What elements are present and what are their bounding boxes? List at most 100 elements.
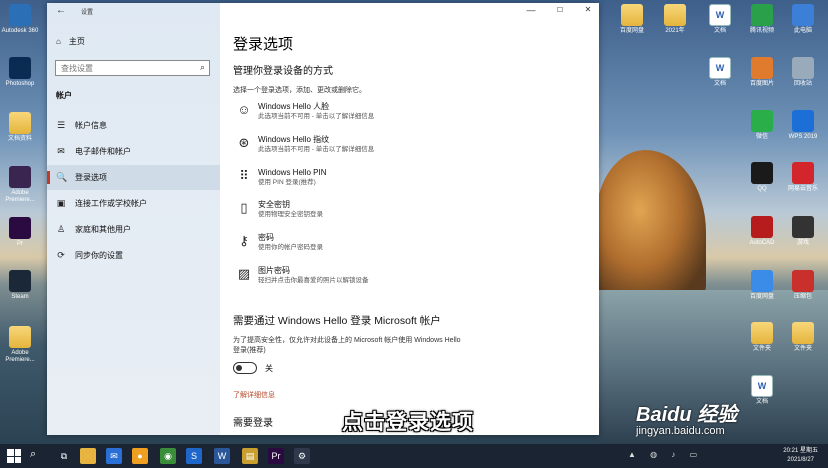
- desktop-shortcut[interactable]: Pr: [0, 217, 40, 248]
- desktop-shortcut[interactable]: 网易云音乐: [783, 162, 823, 193]
- desktop-shortcut[interactable]: 文件夹: [783, 322, 823, 353]
- desktop-shortcut-label: 文件夹: [752, 346, 771, 352]
- page-title: 登录选项: [233, 36, 294, 53]
- desktop-shortcut-label: 文档: [755, 399, 768, 405]
- premiere-icon: [9, 217, 31, 239]
- desktop-shortcut-label: 回收站: [793, 81, 812, 87]
- nav-item[interactable]: ✉ 电子邮件和帐户: [47, 139, 220, 164]
- game-icon: [792, 216, 814, 238]
- start-button[interactable]: [7, 449, 21, 463]
- autocad-icon: [751, 216, 773, 238]
- nav-item-label: 登录选项: [75, 173, 107, 182]
- cloud-icon: [751, 270, 773, 292]
- desktop-shortcut-label: Photoshop: [5, 81, 35, 87]
- system-tray-icons[interactable]: ▲ ◍ ♪ ▭: [628, 450, 703, 459]
- sign-in-option-description: 此选项当前不可用 - 单击以了解详细信息: [258, 146, 375, 153]
- desktop-shortcut-label: 文档: [713, 81, 726, 87]
- sign-in-option[interactable]: ⚷ 密码 使用你的帐户密码登录: [233, 233, 573, 259]
- premiere-taskbar-icon[interactable]: Pr: [268, 448, 284, 464]
- sign-in-option[interactable]: ☺ Windows Hello 人脸 此选项当前不可用 - 单击以了解详细信息: [233, 102, 573, 128]
- hello-heading: 需要通过 Windows Hello 登录 Microsoft 帐户: [233, 315, 441, 327]
- task-view-icon[interactable]: ⧉: [56, 448, 72, 464]
- wps-icon: [792, 110, 814, 132]
- desktop-shortcut[interactable]: QQ: [742, 162, 782, 193]
- desktop-shortcut[interactable]: WPS 2019: [783, 110, 823, 141]
- desktop-shortcut[interactable]: Photoshop: [0, 57, 40, 88]
- desktop-shortcut[interactable]: Autodesk 360: [0, 4, 40, 35]
- sync-icon: ⟳: [57, 250, 65, 260]
- desktop-shortcut-label: Pr: [17, 241, 23, 247]
- home-label: 主页: [68, 37, 85, 46]
- sign-in-option[interactable]: ▨ 图片密码 轻扫并点击你最喜爱的照片以解锁设备: [233, 266, 573, 292]
- clock-weekday: 星期五: [799, 448, 818, 454]
- desktop-shortcut[interactable]: 百度图片: [742, 57, 782, 88]
- desktop-shortcut[interactable]: W 文档: [700, 57, 740, 88]
- sign-in-option[interactable]: ⊛ Windows Hello 指纹 此选项当前不可用 - 单击以了解详细信息: [233, 135, 573, 161]
- desktop-shortcut[interactable]: 微信: [742, 110, 782, 141]
- sogou-icon[interactable]: S: [186, 448, 202, 464]
- explorer-app-icon[interactable]: ▤: [242, 448, 258, 464]
- desktop-shortcut[interactable]: W 文档: [700, 4, 740, 35]
- folder-icon: [792, 322, 814, 344]
- desktop-shortcut[interactable]: 腾讯视频: [742, 4, 782, 35]
- hello-toggle-switch[interactable]: [233, 362, 257, 374]
- sign-in-option[interactable]: ▯ 安全密钥 使用物理安全密钥登录: [233, 200, 573, 226]
- settings-search-input[interactable]: [56, 61, 186, 75]
- steam-icon: [9, 270, 31, 292]
- desktop-shortcut-label: 文档: [713, 28, 726, 34]
- desktop-shortcut[interactable]: 回收站: [783, 57, 823, 88]
- desktop-shortcut[interactable]: 百度网盘: [612, 4, 652, 35]
- sign-in-option-name: Windows Hello PIN: [258, 168, 327, 177]
- nav-item[interactable]: ⟳ 同步你的设置: [47, 243, 220, 268]
- desktop-shortcut[interactable]: Adobe Premiere...: [0, 326, 40, 364]
- desktop-shortcut[interactable]: 文件夹: [742, 322, 782, 353]
- desktop-shortcut-label: AutoCAD: [749, 240, 775, 246]
- file-explorer-icon[interactable]: [80, 448, 96, 464]
- settings-nav-pane: ⌕ ⌂ 主页 帐户 ☰ 帐户信息 ✉ 电子邮件和帐户 🔍 登录选项 ▣ 连接工作或学校帐户 ♙ 家…: [47, 3, 220, 435]
- doc-icon: W: [751, 375, 773, 397]
- hello-toggle-row: 关: [233, 362, 273, 374]
- nav-item-label: 家庭和其他用户: [75, 225, 131, 234]
- desktop-shortcut-label: 微信: [755, 134, 768, 140]
- desktop-shortcut[interactable]: 2021年: [655, 4, 695, 35]
- desktop-shortcut[interactable]: AutoCAD: [742, 216, 782, 247]
- desktop-shortcut-label: 文件夹: [793, 346, 812, 352]
- nav-item[interactable]: ☰ 帐户信息: [47, 113, 220, 138]
- back-arrow-icon[interactable]: ←: [56, 5, 66, 16]
- desktop-shortcut[interactable]: 此电脑: [783, 4, 823, 35]
- desktop-shortcut[interactable]: 文档资料: [0, 112, 40, 143]
- taskbar-search-icon[interactable]: ⌕: [30, 448, 36, 461]
- search-icon[interactable]: ⌕: [200, 62, 205, 73]
- nav-home[interactable]: ⌂ 主页: [56, 36, 85, 47]
- learn-more-link[interactable]: 了解详细信息: [233, 390, 275, 400]
- nav-item[interactable]: ▣ 连接工作或学校帐户: [47, 191, 220, 216]
- doc-icon: W: [709, 4, 731, 26]
- taskbar-clock[interactable]: 20:21 星期五 2021/8/27: [783, 447, 818, 465]
- desktop-shortcut[interactable]: 压缩包: [783, 270, 823, 301]
- settings-taskbar-icon[interactable]: ⚙: [294, 448, 310, 464]
- qq-icon: [751, 162, 773, 184]
- desktop-shortcut[interactable]: 游戏: [783, 216, 823, 247]
- nav-item[interactable]: ♙ 家庭和其他用户: [47, 217, 220, 242]
- nav-item[interactable]: 🔍 登录选项: [47, 165, 220, 190]
- word-icon[interactable]: W: [214, 448, 230, 464]
- clock-time: 20:21: [783, 448, 799, 454]
- desktop-shortcut[interactable]: W 文档: [742, 375, 782, 406]
- tutorial-caption: 点击登录选项: [342, 411, 474, 434]
- photoshop-icon: [9, 57, 31, 79]
- usb-key-icon: ▯: [240, 200, 248, 215]
- taskbar: ⌕ ⧉ ✉ ● ◉ S W ▤ Pr ⚙ ▲ ◍ ♪ ▭ 20:21 星期五 2021/8/27: [0, 444, 828, 468]
- hello-description: 为了提高安全性，仅允许对此设备上的 Microsoft 帐户使用 Windows…: [233, 337, 461, 354]
- mail-app-icon[interactable]: ✉: [106, 448, 122, 464]
- sign-in-option-name: Windows Hello 人脸: [258, 102, 330, 111]
- desktop-shortcut-label: Steam: [11, 294, 29, 300]
- settings-search-box[interactable]: ⌕: [55, 60, 210, 76]
- sign-in-option[interactable]: ⠿ Windows Hello PIN 使用 PIN 登录(推荐): [233, 168, 573, 194]
- chrome-icon[interactable]: ◉: [160, 448, 176, 464]
- video-icon: [751, 4, 773, 26]
- manage-heading: 管理你登录设备的方式: [233, 66, 333, 77]
- desktop-shortcut[interactable]: Adobe Premiere...: [0, 166, 40, 204]
- desktop-shortcut[interactable]: Steam: [0, 270, 40, 301]
- desktop-shortcut[interactable]: 百度网盘: [742, 270, 782, 301]
- baidu-netdisk-icon[interactable]: ●: [132, 448, 148, 464]
